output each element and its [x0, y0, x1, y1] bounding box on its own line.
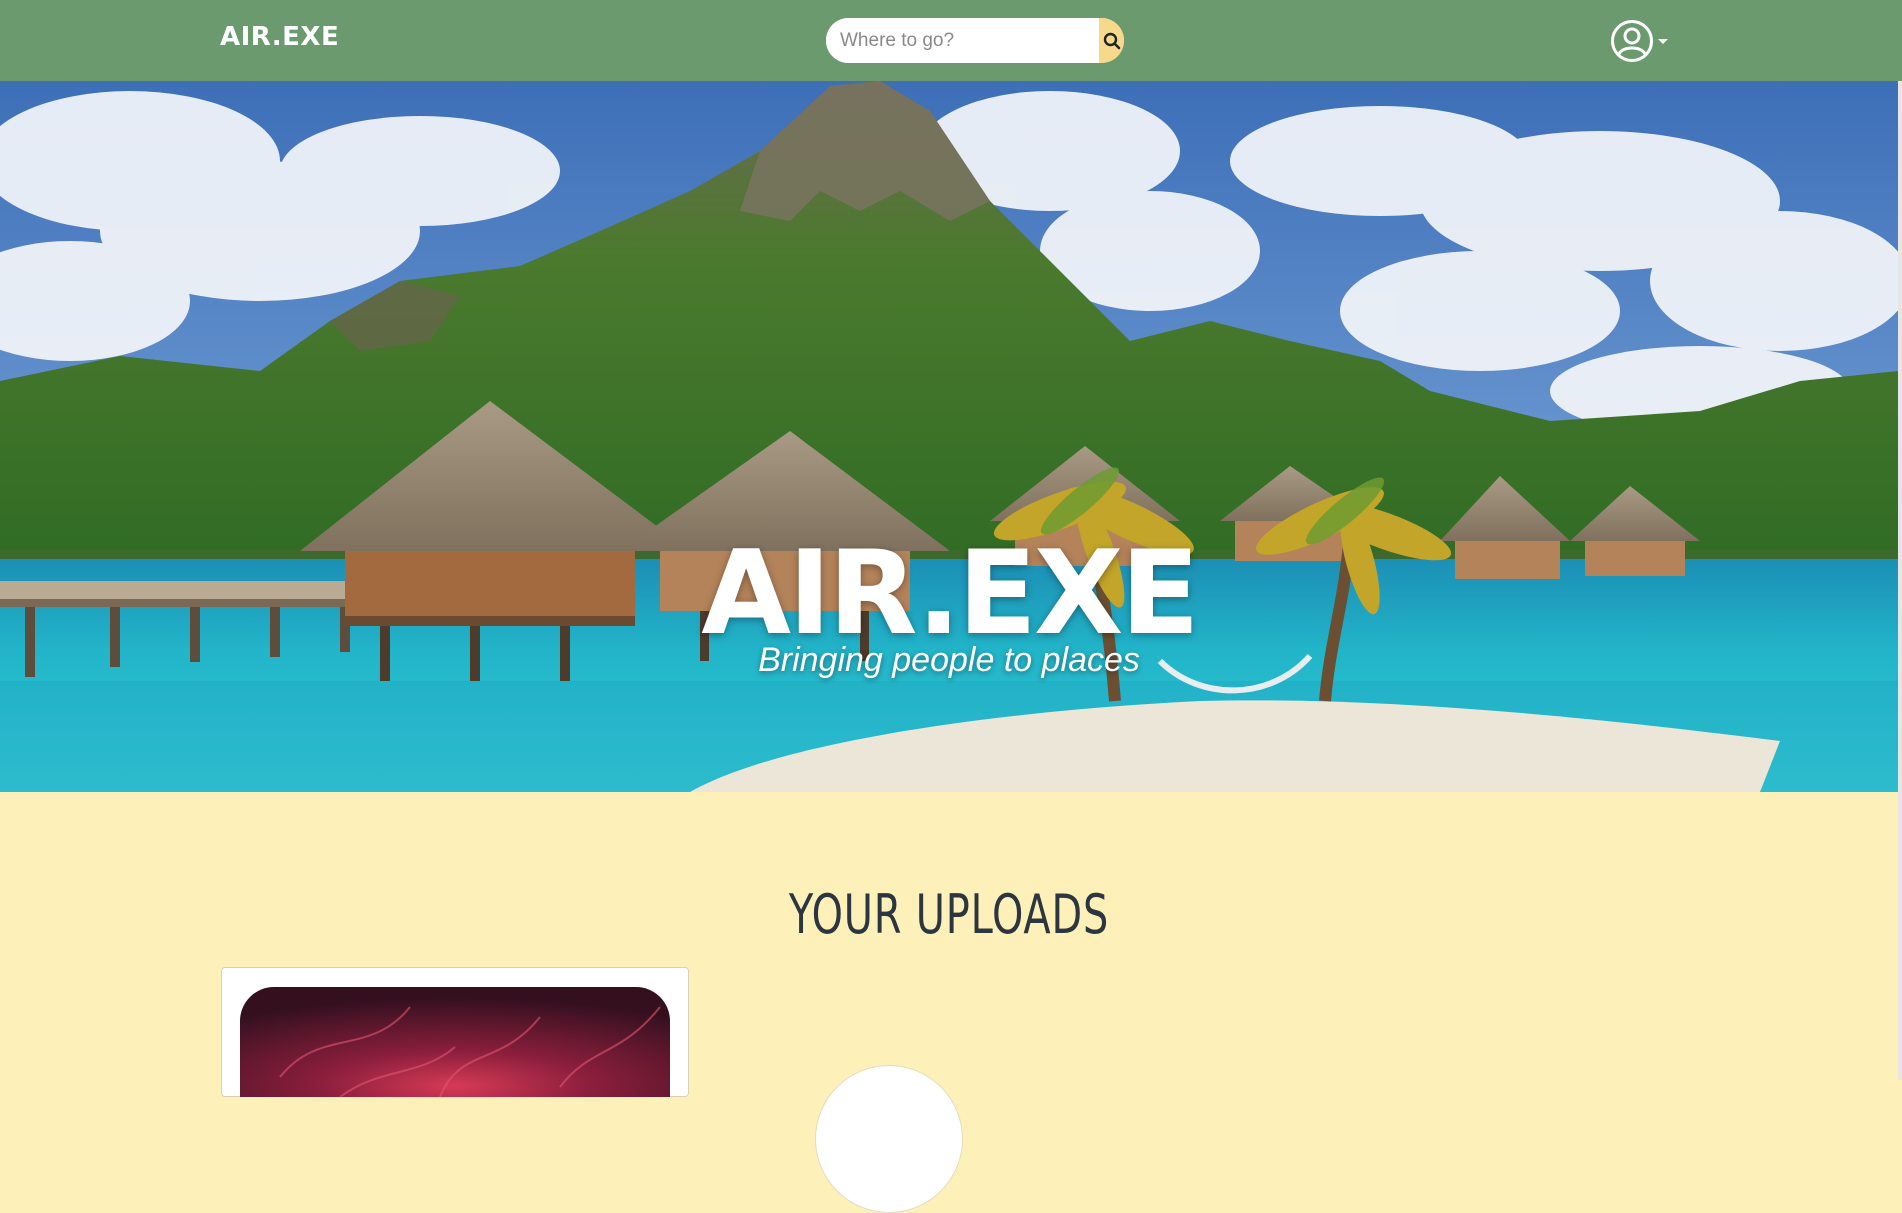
- brand-logo[interactable]: AIR.EXE: [220, 22, 339, 52]
- search-button[interactable]: [1099, 18, 1124, 63]
- search-input[interactable]: [826, 18, 1099, 63]
- upload-card[interactable]: [221, 967, 689, 1097]
- upload-card-image: [240, 987, 670, 1097]
- search-icon: [1103, 32, 1120, 49]
- uploads-section-title: YOUR UPLOADS: [788, 883, 1110, 946]
- user-menu-toggle[interactable]: [1610, 18, 1672, 64]
- page-scrollbar[interactable]: [1898, 81, 1902, 1080]
- hero-background-image: [0, 81, 1898, 792]
- hero-banner: AIR.EXE Bringing people to places: [0, 81, 1898, 792]
- navbar: AIR.EXE: [0, 0, 1902, 81]
- add-upload-button[interactable]: [815, 1065, 963, 1213]
- hero-title: AIR.EXE: [701, 526, 1199, 661]
- hero-subtitle: Bringing people to places: [758, 641, 1140, 679]
- search-bar: [826, 18, 1124, 63]
- user-circle-icon: [1611, 20, 1653, 62]
- caret-down-icon: [1658, 38, 1668, 44]
